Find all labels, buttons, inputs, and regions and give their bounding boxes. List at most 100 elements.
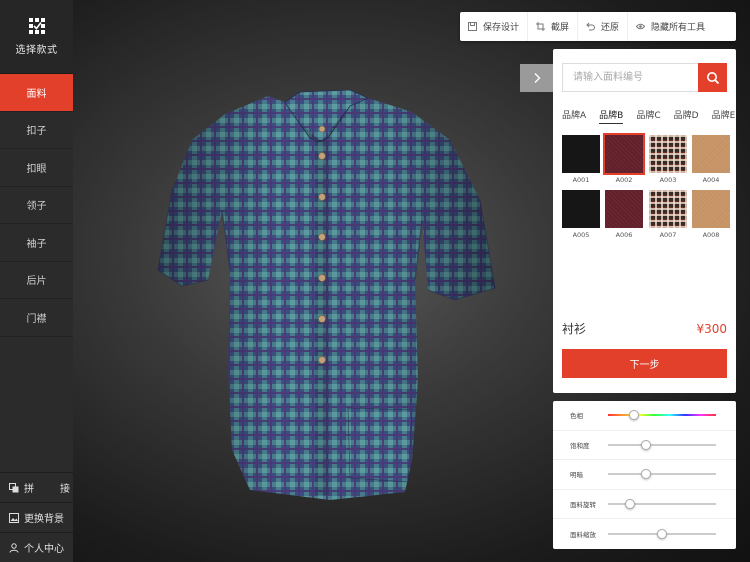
product-summary: 衬衫 ¥300	[562, 320, 727, 337]
fabric-swatch[interactable]	[692, 190, 730, 228]
slider-label: 明暗	[570, 471, 583, 480]
tab-brand-3[interactable]: 品牌C	[636, 108, 660, 124]
fabric-swatch[interactable]	[649, 135, 687, 173]
sidebar: 选择款式 面料 扣子 扣眼 领子 袖子 后片 门襟 拼 接 更换背景 个人中心	[0, 0, 73, 562]
change-background-label: 更换背景	[24, 514, 64, 525]
slider-label: 色相	[570, 412, 583, 421]
splice-icon	[9, 482, 19, 492]
fabric-swatch[interactable]	[605, 190, 643, 228]
swatch-code: A004	[702, 176, 720, 184]
user-center-button[interactable]: 个人中心	[0, 532, 73, 562]
screenshot-button[interactable]: 截屏	[528, 12, 579, 41]
tab-brand-1[interactable]: 品牌A	[562, 108, 586, 124]
swatch-code: A001	[572, 176, 590, 184]
user-icon	[9, 542, 19, 553]
slider-thumb[interactable]	[624, 498, 635, 509]
fabric-swatch[interactable]	[562, 135, 600, 173]
shirt-preview[interactable]	[150, 89, 500, 510]
sidebar-item-fabric[interactable]: 面料	[0, 74, 73, 112]
slider-thumb[interactable]	[657, 528, 667, 539]
swatch-item[interactable]: A007	[649, 190, 687, 239]
product-name: 衬衫	[562, 322, 587, 336]
user-center-label: 个人中心	[24, 544, 64, 555]
hue-slider[interactable]	[608, 410, 716, 421]
splice-label-a: 拼	[24, 484, 34, 495]
eye-icon	[636, 23, 646, 30]
saturation-slider[interactable]	[608, 439, 716, 450]
slider-thumb[interactable]	[640, 439, 651, 450]
swatch-item[interactable]: A002	[603, 133, 645, 184]
sidebar-item-sleeve[interactable]: 袖子	[0, 224, 73, 262]
search-button[interactable]	[698, 63, 727, 92]
splice-label: 拼 接	[24, 480, 70, 495]
fabric-swatch[interactable]	[562, 190, 600, 228]
save-design-button[interactable]: 保存设计	[460, 12, 529, 41]
slider-label: 饱和度	[570, 441, 590, 450]
slider-row-fabric-scale: 面料缩放	[553, 519, 736, 549]
swatch-item[interactable]: A006	[605, 190, 643, 239]
restore-label: 还原	[601, 23, 620, 33]
sidebar-item-collar[interactable]: 领子	[0, 187, 73, 224]
swatch-item[interactable]: A003	[649, 135, 687, 184]
shirt-model	[157, 89, 496, 500]
slider-label: 面料缩放	[570, 530, 596, 539]
slider-row-fabric-rotation: 面料旋转	[553, 490, 736, 519]
fabric-swatch[interactable]	[603, 133, 645, 175]
splice-label-b: 接	[60, 484, 70, 495]
swatch-code: A003	[659, 176, 677, 184]
undo-icon	[586, 22, 596, 31]
swatch-item[interactable]: A004	[692, 135, 730, 184]
slider-row-hue: 色相	[553, 401, 736, 431]
change-background-button[interactable]: 更换背景	[0, 502, 73, 532]
slider-row-brightness: 明暗	[553, 460, 736, 490]
crop-icon	[536, 22, 546, 31]
fabric-search	[562, 63, 727, 92]
screenshot-label: 截屏	[551, 23, 570, 33]
tab-brand-5[interactable]: 品牌E	[712, 108, 736, 124]
save-icon	[468, 22, 477, 31]
sidebar-item-button[interactable]: 扣子	[0, 112, 73, 149]
slider-row-saturation: 饱和度	[553, 431, 736, 460]
collapse-panel-button[interactable]	[520, 64, 553, 92]
next-step-button[interactable]: 下一步	[562, 349, 727, 378]
swatch-item[interactable]: A001	[562, 135, 600, 184]
brand-tabs: 品牌A 品牌B 品牌C 品牌D 品牌E	[562, 108, 736, 124]
choose-style-button[interactable]: 选择款式	[0, 0, 73, 74]
save-design-label: 保存设计	[483, 23, 520, 33]
brightness-slider[interactable]	[608, 469, 716, 480]
search-icon	[706, 71, 719, 84]
chevron-right-icon	[534, 73, 540, 83]
swatch-code: A007	[659, 231, 677, 239]
swatch-code: A006	[615, 231, 633, 239]
fabric-rotation-slider[interactable]	[608, 498, 716, 509]
restore-button[interactable]: 还原	[578, 12, 629, 41]
swatch-code: A005	[572, 231, 590, 239]
hide-tools-button[interactable]: 隐藏所有工具	[628, 12, 713, 41]
slider-thumb[interactable]	[628, 410, 639, 421]
image-icon	[9, 512, 19, 523]
sidebar-nav: 面料 扣子 扣眼 领子 袖子 后片 门襟	[0, 74, 73, 337]
checkerboard-icon	[28, 18, 45, 34]
tab-brand-4[interactable]: 品牌D	[674, 108, 699, 124]
hide-tools-label: 隐藏所有工具	[651, 23, 706, 33]
sidebar-item-back[interactable]: 后片	[0, 262, 73, 299]
sidebar-item-placket[interactable]: 门襟	[0, 299, 73, 337]
fabric-scale-slider[interactable]	[608, 528, 716, 539]
fabric-search-input[interactable]	[562, 63, 698, 92]
swatch-code: A008	[702, 231, 720, 239]
swatch-item[interactable]: A008	[692, 190, 730, 239]
fabric-swatch[interactable]	[692, 135, 730, 173]
fabric-panel: 品牌A 品牌B 品牌C 品牌D 品牌E A001 A002 A003 A004 A005 A006…	[553, 49, 736, 393]
adjust-panel: 色相饱和度明暗面料旋转面料缩放	[553, 401, 736, 549]
swatch-item[interactable]: A005	[562, 190, 600, 239]
sidebar-item-buttonhole[interactable]: 扣眼	[0, 149, 73, 187]
fabric-swatch[interactable]	[649, 190, 687, 228]
swatch-code: A002	[615, 176, 633, 184]
sidebar-bottom: 拼 接 更换背景 个人中心	[0, 472, 73, 562]
slider-thumb[interactable]	[640, 469, 651, 480]
tab-brand-2[interactable]: 品牌B	[599, 108, 624, 124]
slider-label: 面料旋转	[570, 500, 596, 509]
choose-style-label: 选择款式	[15, 45, 58, 56]
product-price: ¥300	[696, 321, 727, 336]
splice-button[interactable]: 拼 接	[0, 472, 73, 502]
